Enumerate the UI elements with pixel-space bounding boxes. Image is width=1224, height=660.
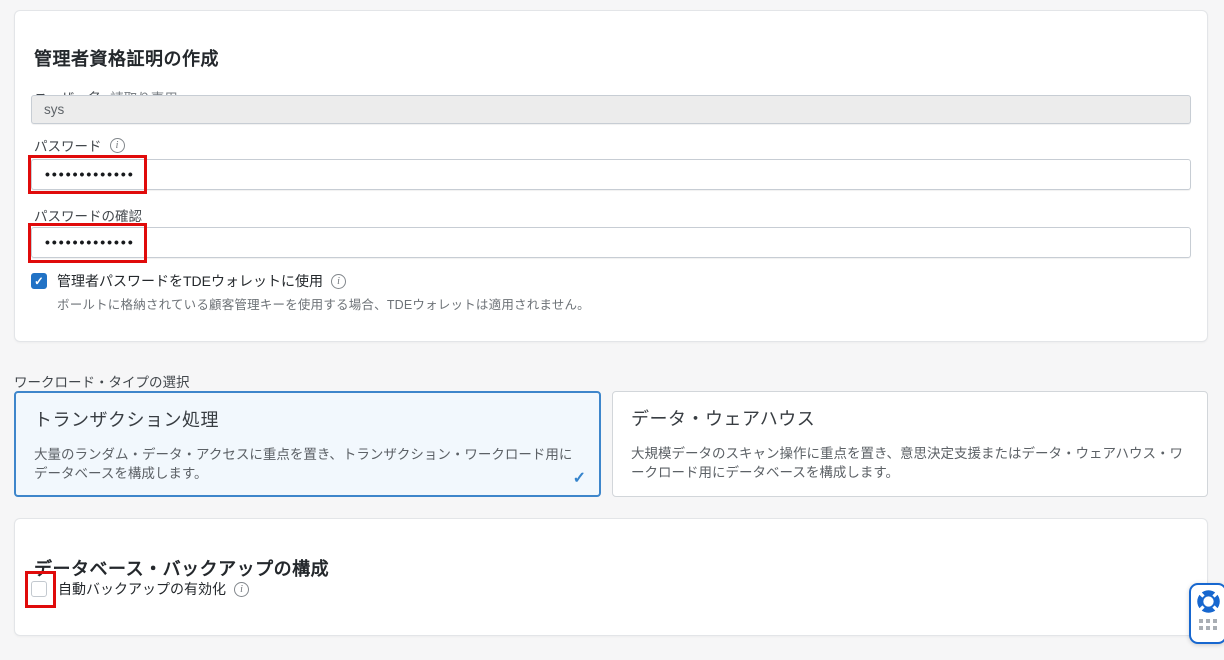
auto-backup-label: 自動バックアップの有効化 <box>58 579 226 599</box>
workload-type-label: ワークロード・タイプの選択 <box>14 371 190 391</box>
help-widget[interactable] <box>1189 583 1224 644</box>
password-label-row: パスワード i <box>34 135 125 155</box>
dot <box>1199 619 1203 623</box>
workload-card-description: 大規模データのスキャン操作に重点を置き、意思決定支援またはデータ・ウェアハウス・… <box>631 444 1183 482</box>
dot <box>1213 626 1217 630</box>
info-icon[interactable]: i <box>110 138 125 153</box>
admin-credentials-panel: 管理者資格証明の作成 ユーザー名 読取り専用 パスワード i •••••••••… <box>14 10 1208 342</box>
workload-card-title: トランザクション処理 <box>34 406 581 432</box>
tde-wallet-checkbox[interactable]: ✓ <box>31 273 47 289</box>
highlight-box-password <box>28 155 147 194</box>
workload-card-data-warehouse[interactable]: データ・ウェアハウス 大規模データのスキャン操作に重点を置き、意思決定支援または… <box>612 391 1208 497</box>
workload-card-description: 大量のランダム・データ・アクセスに重点を置き、トランザクション・ワークロード用に… <box>34 445 581 483</box>
workload-cards-row: トランザクション処理 大量のランダム・データ・アクセスに重点を置き、トランザクシ… <box>14 391 1208 497</box>
dot <box>1206 619 1210 623</box>
workload-card-title: データ・ウェアハウス <box>631 405 1189 431</box>
backup-section-title: データベース・バックアップの構成 <box>34 555 329 581</box>
highlight-box-password-confirm <box>28 223 147 263</box>
info-icon[interactable]: i <box>331 274 346 289</box>
password-label: パスワード <box>34 135 102 155</box>
tde-wallet-row: ✓ 管理者パスワードをTDEウォレットに使用 i <box>31 271 346 291</box>
page-title: 管理者資格証明の作成 <box>34 45 219 71</box>
lifebuoy-icon[interactable] <box>1195 588 1222 615</box>
selected-check-icon: ✓ <box>573 468 586 488</box>
workload-card-transaction-processing[interactable]: トランザクション処理 大量のランダム・データ・アクセスに重点を置き、トランザクシ… <box>14 391 601 497</box>
highlight-box-auto-backup <box>25 571 56 608</box>
dot <box>1199 626 1203 630</box>
password-confirm-label-row: パスワードの確認 <box>34 205 142 225</box>
auto-backup-row: 自動バックアップの有効化 i <box>31 579 249 599</box>
dot <box>1206 626 1210 630</box>
dot <box>1213 619 1217 623</box>
password-confirm-label: パスワードの確認 <box>34 205 142 225</box>
backup-config-panel: データベース・バックアップの構成 自動バックアップの有効化 i <box>14 518 1208 636</box>
username-input <box>31 95 1191 124</box>
drag-handle-dots[interactable] <box>1199 619 1217 630</box>
info-icon[interactable]: i <box>234 582 249 597</box>
tde-wallet-label: 管理者パスワードをTDEウォレットに使用 <box>57 271 323 291</box>
password-input[interactable]: ••••••••••••• <box>31 159 1191 190</box>
password-confirm-input[interactable]: ••••••••••••• <box>31 227 1191 258</box>
tde-wallet-helper-text: ボールトに格納されている顧客管理キーを使用する場合、TDEウォレットは適用されま… <box>57 294 590 313</box>
